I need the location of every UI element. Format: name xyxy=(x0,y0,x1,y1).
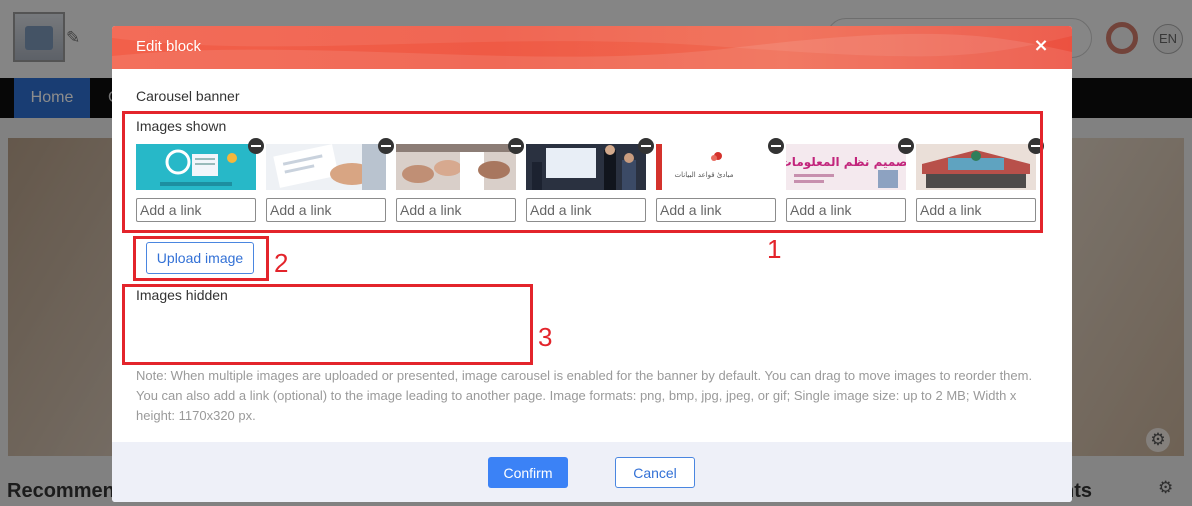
annotation-number-3: 3 xyxy=(538,322,553,352)
section-title: Carousel banner xyxy=(136,88,240,104)
header-wave-decoration xyxy=(112,26,1072,69)
dialog-title: Edit block xyxy=(136,38,202,55)
close-icon[interactable]: × xyxy=(1032,37,1050,55)
dialog-header: Edit block × xyxy=(112,26,1072,69)
upload-note: Note: When multiple images are uploaded … xyxy=(136,368,1033,423)
annotation-box-1 xyxy=(122,111,1043,233)
annotation-box-3 xyxy=(122,284,533,365)
cancel-button[interactable]: Cancel xyxy=(615,457,695,488)
dialog-footer: Confirm Cancel xyxy=(112,442,1072,502)
annotation-number-1: 1 xyxy=(767,234,782,264)
annotation-number-2: 2 xyxy=(274,248,289,278)
confirm-button[interactable]: Confirm xyxy=(488,457,568,488)
annotation-box-2 xyxy=(133,236,269,281)
